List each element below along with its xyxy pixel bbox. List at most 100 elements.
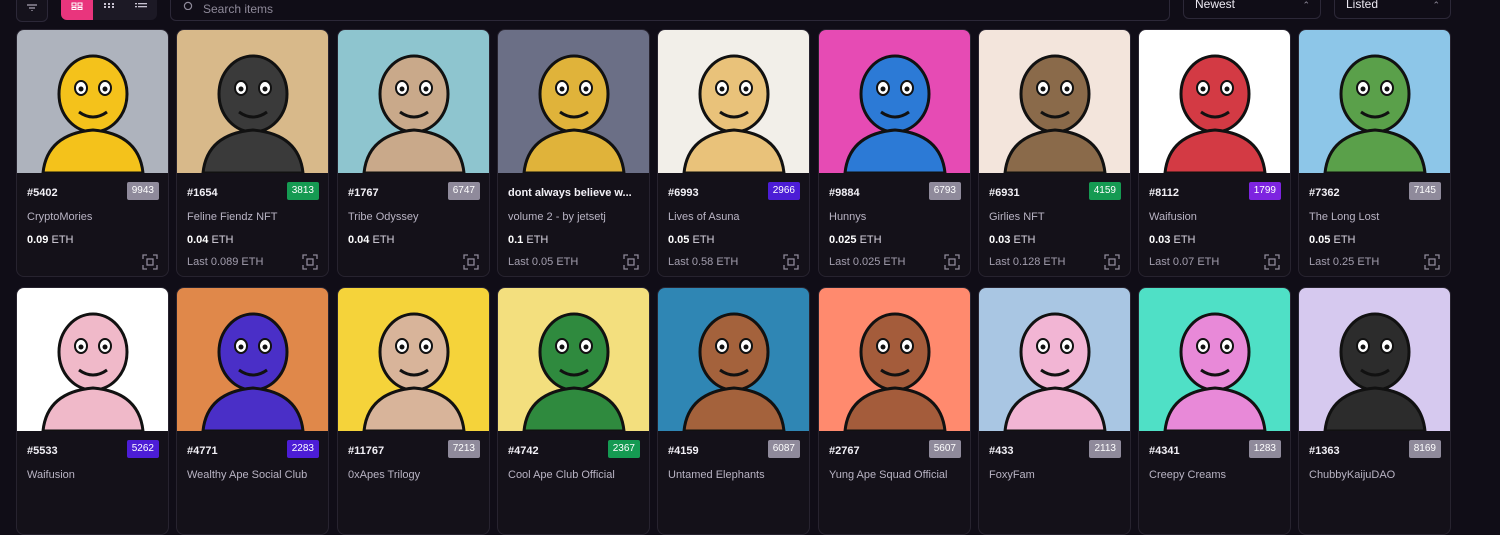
nft-card[interactable]: #5402 9943 CryptoMories 0.09 ETH [16, 29, 169, 277]
price-unit: ETH [1010, 234, 1036, 246]
nft-card[interactable]: #6931 4159 Girlies NFT 0.03 ETH Last 0.128 E… [978, 29, 1131, 277]
price-value: 0.04 [187, 234, 209, 246]
price-unit: ETH [689, 234, 715, 246]
nft-card[interactable]: #4159 6087 Untamed Elephants [657, 287, 810, 535]
quick-view-icon[interactable] [623, 254, 639, 270]
nft-card[interactable]: #1654 3813 Feline Fiendz NFT 0.04 ETH Last 0… [176, 29, 329, 277]
price-value: 0.03 [1149, 234, 1171, 246]
nft-image [1299, 288, 1450, 431]
quick-view-icon[interactable] [142, 254, 158, 270]
nft-image [338, 288, 489, 431]
nft-card[interactable]: #4771 2283 Wealthy Ape Social Club [176, 287, 329, 535]
rarity-rank-badge: 7145 [1408, 182, 1441, 200]
nft-card[interactable]: #4742 2367 Cool Ape Club Official [497, 287, 650, 535]
sort-select[interactable]: Newest ⌃ [1183, 0, 1321, 19]
nft-image [1139, 30, 1290, 173]
collection-name: Creepy Creams [1149, 469, 1227, 481]
list-view-button[interactable] [125, 0, 157, 20]
price: 0.04 ETH [187, 234, 233, 246]
nft-card[interactable]: #433 2113 FoxyFam [978, 287, 1131, 535]
nft-image [498, 30, 649, 173]
last-sale: Last 0.089 ETH [187, 256, 264, 268]
collection-name: Untamed Elephants [668, 469, 765, 481]
rarity-rank-badge: 6747 [447, 182, 480, 200]
collection-name: Yung Ape Squad Official [829, 469, 948, 481]
filter-button[interactable] [16, 0, 48, 22]
nft-image [658, 30, 809, 173]
collection-name: 0xApes Trilogy [348, 469, 421, 481]
quick-view-icon[interactable] [783, 254, 799, 270]
nft-image [819, 288, 970, 431]
collection-name: The Long Lost [1309, 211, 1380, 223]
quick-view-icon[interactable] [463, 254, 479, 270]
token-id: #2767 [829, 445, 860, 457]
nft-card[interactable]: #8112 1799 Waifusion 0.03 ETH Last 0.07 ETH [1138, 29, 1291, 277]
nft-card[interactable]: #1767 6747 Tribe Odyssey 0.04 ETH [337, 29, 490, 277]
token-id: #1767 [348, 187, 379, 199]
nft-card[interactable]: #11767 7213 0xApes Trilogy [337, 287, 490, 535]
toolbar: Newest ⌃ Listed ⌃ [0, 0, 1500, 22]
collection-name: CryptoMories [27, 211, 93, 223]
price: 0.03 ETH [989, 234, 1035, 246]
rarity-rank-badge: 7213 [447, 440, 480, 458]
price-value: 0.1 [508, 234, 524, 246]
nft-image [177, 30, 328, 173]
token-id: #433 [989, 445, 1014, 457]
collection-name: Wealthy Ape Social Club [187, 469, 308, 481]
last-sale: Last 0.05 ETH [508, 256, 579, 268]
quick-view-icon[interactable] [1104, 254, 1120, 270]
price: 0.03 ETH [1149, 234, 1195, 246]
nft-image [1139, 288, 1290, 431]
token-id: #4341 [1149, 445, 1180, 457]
small-grid-view-button[interactable] [93, 0, 125, 20]
price: 0.05 ETH [1309, 234, 1355, 246]
view-toggle-group [61, 0, 157, 20]
nft-card[interactable]: #4341 1283 Creepy Creams [1138, 287, 1291, 535]
token-id: #1363 [1309, 445, 1340, 457]
nft-card[interactable]: #1363 8169 ChubbyKaijuDAO [1298, 287, 1451, 535]
nft-card[interactable]: #9884 6793 Hunnys 0.025 ETH Last 0.025 ETH [818, 29, 971, 277]
nft-card[interactable]: dont always believe w... volume 2 - by je… [497, 29, 650, 277]
token-id: #4771 [187, 445, 218, 457]
token-id: #8112 [1149, 187, 1179, 199]
token-id: dont always believe w... [508, 187, 632, 199]
quick-view-icon[interactable] [944, 254, 960, 270]
nft-image [979, 288, 1130, 431]
price-value: 0.04 [348, 234, 370, 246]
status-select[interactable]: Listed ⌃ [1334, 0, 1451, 19]
collection-name: Girlies NFT [989, 211, 1045, 223]
quick-view-icon[interactable] [302, 254, 318, 270]
large-grid-view-button[interactable] [61, 0, 93, 20]
collection-name: FoxyFam [989, 469, 1035, 481]
status-select-value: Listed [1346, 0, 1379, 11]
token-id: #4742 [508, 445, 539, 457]
small-grid-icon [104, 3, 114, 8]
collection-name: Cool Ape Club Official [508, 469, 615, 481]
nft-card[interactable]: #6993 2966 Lives of Asuna 0.05 ETH Last 0.58… [657, 29, 810, 277]
rarity-rank-badge: 5607 [928, 440, 961, 458]
nft-card[interactable]: #5533 5262 Waifusion [16, 287, 169, 535]
token-id: #9884 [829, 187, 860, 199]
collection-name: Tribe Odyssey [348, 211, 419, 223]
collection-name: volume 2 - by jetsetj [508, 211, 606, 223]
token-id: #1654 [187, 187, 218, 199]
rarity-rank-badge: 1283 [1248, 440, 1281, 458]
collection-name: Waifusion [1149, 211, 1197, 223]
filter-icon [27, 4, 37, 11]
price-value: 0.09 [27, 234, 49, 246]
nft-card[interactable]: #2767 5607 Yung Ape Squad Official [818, 287, 971, 535]
rarity-rank-badge: 6087 [767, 440, 800, 458]
token-id: #6993 [668, 187, 699, 199]
nft-image [498, 288, 649, 431]
price-unit: ETH [1330, 234, 1356, 246]
quick-view-icon[interactable] [1264, 254, 1280, 270]
nft-card[interactable]: #7362 7145 The Long Lost 0.05 ETH Last 0.25 … [1298, 29, 1451, 277]
quick-view-icon[interactable] [1424, 254, 1440, 270]
token-id: #11767 [348, 445, 385, 457]
price-unit: ETH [1170, 234, 1196, 246]
token-id: #5533 [27, 445, 58, 457]
price-value: 0.05 [1309, 234, 1331, 246]
search-input[interactable] [203, 1, 1103, 16]
collection-name: Waifusion [27, 469, 75, 481]
price-unit: ETH [208, 234, 234, 246]
